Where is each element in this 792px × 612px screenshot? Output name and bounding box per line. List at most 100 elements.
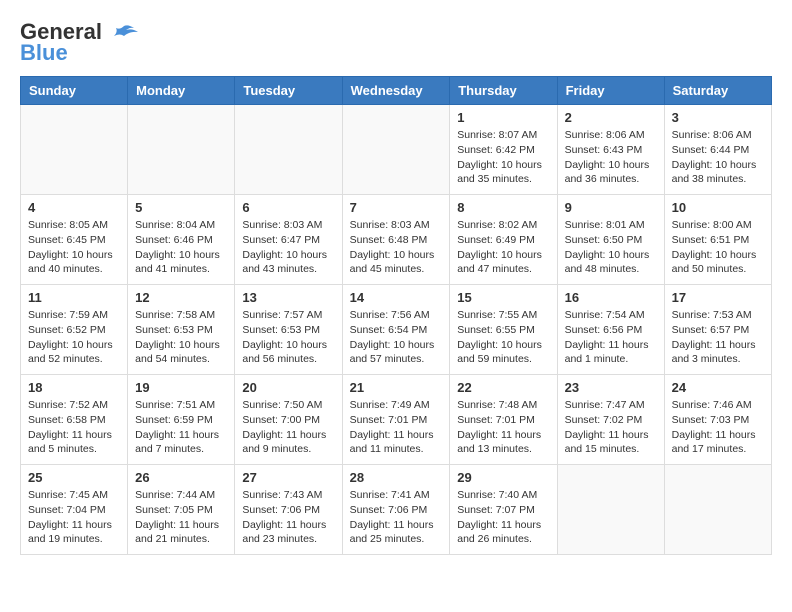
calendar-day-23: 23 Sunrise: 7:47 AM Sunset: 7:02 PM Dayli… (557, 375, 664, 465)
weekday-header-wednesday: Wednesday (342, 77, 450, 105)
calendar-day-17: 17 Sunrise: 7:53 AM Sunset: 6:57 PM Dayli… (664, 285, 771, 375)
day-number: 26 (135, 470, 227, 485)
day-info: Sunrise: 7:53 AM Sunset: 6:57 PM Dayligh… (672, 308, 764, 367)
day-info: Sunrise: 7:55 AM Sunset: 6:55 PM Dayligh… (457, 308, 549, 367)
day-number: 5 (135, 200, 227, 215)
day-number: 1 (457, 110, 549, 125)
weekday-header-thursday: Thursday (450, 77, 557, 105)
weekday-header-row: SundayMondayTuesdayWednesdayThursdayFrid… (21, 77, 772, 105)
day-number: 9 (565, 200, 657, 215)
weekday-header-sunday: Sunday (21, 77, 128, 105)
calendar-empty-cell (235, 105, 342, 195)
day-number: 19 (135, 380, 227, 395)
day-info: Sunrise: 7:59 AM Sunset: 6:52 PM Dayligh… (28, 308, 120, 367)
day-info: Sunrise: 8:01 AM Sunset: 6:50 PM Dayligh… (565, 218, 657, 277)
calendar-day-29: 29Sunrise: 7:40 AM Sunset: 7:07 PM Dayli… (450, 465, 557, 555)
calendar-empty-cell (21, 105, 128, 195)
day-number: 18 (28, 380, 120, 395)
day-number: 16 (565, 290, 657, 305)
calendar-day-27: 27Sunrise: 7:43 AM Sunset: 7:06 PM Dayli… (235, 465, 342, 555)
calendar-day-26: 26Sunrise: 7:44 AM Sunset: 7:05 PM Dayli… (128, 465, 235, 555)
calendar-day-22: 22 Sunrise: 7:48 AM Sunset: 7:01 PM Dayli… (450, 375, 557, 465)
page-header: General Blue (20, 20, 772, 66)
calendar-day-1: 1 Sunrise: 8:07 AM Sunset: 6:42 PM Daylig… (450, 105, 557, 195)
calendar-day-15: 15Sunrise: 7:55 AM Sunset: 6:55 PM Dayli… (450, 285, 557, 375)
calendar-day-20: 20 Sunrise: 7:50 AM Sunset: 7:00 PM Dayli… (235, 375, 342, 465)
day-info: Sunrise: 7:56 AM Sunset: 6:54 PM Dayligh… (350, 308, 443, 367)
day-info: Sunrise: 7:57 AM Sunset: 6:53 PM Dayligh… (242, 308, 334, 367)
calendar-day-5: 5Sunrise: 8:04 AM Sunset: 6:46 PM Daylig… (128, 195, 235, 285)
day-info: Sunrise: 8:02 AM Sunset: 6:49 PM Dayligh… (457, 218, 549, 277)
day-number: 22 (457, 380, 549, 395)
calendar-day-21: 21 Sunrise: 7:49 AM Sunset: 7:01 PM Dayli… (342, 375, 450, 465)
calendar-day-13: 13 Sunrise: 7:57 AM Sunset: 6:53 PM Dayli… (235, 285, 342, 375)
day-info: Sunrise: 7:41 AM Sunset: 7:06 PM Dayligh… (350, 488, 443, 547)
day-info: Sunrise: 7:45 AM Sunset: 7:04 PM Dayligh… (28, 488, 120, 547)
weekday-header-tuesday: Tuesday (235, 77, 342, 105)
day-number: 23 (565, 380, 657, 395)
calendar-day-8: 8 Sunrise: 8:02 AM Sunset: 6:49 PM Daylig… (450, 195, 557, 285)
day-number: 10 (672, 200, 764, 215)
day-info: Sunrise: 7:50 AM Sunset: 7:00 PM Dayligh… (242, 398, 334, 457)
logo-bird-icon (110, 24, 138, 42)
day-info: Sunrise: 7:46 AM Sunset: 7:03 PM Dayligh… (672, 398, 764, 457)
day-info: Sunrise: 7:58 AM Sunset: 6:53 PM Dayligh… (135, 308, 227, 367)
calendar-week-row: 1 Sunrise: 8:07 AM Sunset: 6:42 PM Daylig… (21, 105, 772, 195)
day-info: Sunrise: 7:54 AM Sunset: 6:56 PM Dayligh… (565, 308, 657, 367)
calendar-day-6: 6 Sunrise: 8:03 AM Sunset: 6:47 PM Daylig… (235, 195, 342, 285)
logo: General Blue (20, 20, 138, 66)
weekday-header-friday: Friday (557, 77, 664, 105)
day-info: Sunrise: 7:51 AM Sunset: 6:59 PM Dayligh… (135, 398, 227, 457)
day-number: 13 (242, 290, 334, 305)
weekday-header-monday: Monday (128, 77, 235, 105)
calendar-empty-cell (128, 105, 235, 195)
day-info: Sunrise: 7:48 AM Sunset: 7:01 PM Dayligh… (457, 398, 549, 457)
calendar-day-11: 11 Sunrise: 7:59 AM Sunset: 6:52 PM Dayli… (21, 285, 128, 375)
calendar-day-19: 19 Sunrise: 7:51 AM Sunset: 6:59 PM Dayli… (128, 375, 235, 465)
calendar-day-25: 25 Sunrise: 7:45 AM Sunset: 7:04 PM Dayli… (21, 465, 128, 555)
day-info: Sunrise: 7:52 AM Sunset: 6:58 PM Dayligh… (28, 398, 120, 457)
calendar-week-row: 25 Sunrise: 7:45 AM Sunset: 7:04 PM Dayli… (21, 465, 772, 555)
calendar-day-4: 4 Sunrise: 8:05 AM Sunset: 6:45 PM Daylig… (21, 195, 128, 285)
calendar-day-3: 3 Sunrise: 8:06 AM Sunset: 6:44 PM Daylig… (664, 105, 771, 195)
calendar-day-24: 24 Sunrise: 7:46 AM Sunset: 7:03 PM Dayli… (664, 375, 771, 465)
day-info: Sunrise: 7:47 AM Sunset: 7:02 PM Dayligh… (565, 398, 657, 457)
calendar-week-row: 18 Sunrise: 7:52 AM Sunset: 6:58 PM Dayli… (21, 375, 772, 465)
calendar-table: SundayMondayTuesdayWednesdayThursdayFrid… (20, 76, 772, 555)
day-number: 20 (242, 380, 334, 395)
day-info: Sunrise: 8:03 AM Sunset: 6:47 PM Dayligh… (242, 218, 334, 277)
calendar-day-12: 12 Sunrise: 7:58 AM Sunset: 6:53 PM Dayli… (128, 285, 235, 375)
calendar-empty-cell (342, 105, 450, 195)
weekday-header-saturday: Saturday (664, 77, 771, 105)
day-number: 3 (672, 110, 764, 125)
day-number: 7 (350, 200, 443, 215)
day-number: 8 (457, 200, 549, 215)
calendar-week-row: 11 Sunrise: 7:59 AM Sunset: 6:52 PM Dayli… (21, 285, 772, 375)
day-info: Sunrise: 8:07 AM Sunset: 6:42 PM Dayligh… (457, 128, 549, 187)
day-number: 11 (28, 290, 120, 305)
day-info: Sunrise: 8:00 AM Sunset: 6:51 PM Dayligh… (672, 218, 764, 277)
day-number: 4 (28, 200, 120, 215)
calendar-day-7: 7 Sunrise: 8:03 AM Sunset: 6:48 PM Daylig… (342, 195, 450, 285)
calendar-day-9: 9 Sunrise: 8:01 AM Sunset: 6:50 PM Daylig… (557, 195, 664, 285)
day-number: 24 (672, 380, 764, 395)
calendar-day-2: 2Sunrise: 8:06 AM Sunset: 6:43 PM Daylig… (557, 105, 664, 195)
day-number: 27 (242, 470, 334, 485)
calendar-day-10: 10 Sunrise: 8:00 AM Sunset: 6:51 PM Dayli… (664, 195, 771, 285)
calendar-day-28: 28Sunrise: 7:41 AM Sunset: 7:06 PM Dayli… (342, 465, 450, 555)
day-number: 12 (135, 290, 227, 305)
day-info: Sunrise: 7:49 AM Sunset: 7:01 PM Dayligh… (350, 398, 443, 457)
day-number: 21 (350, 380, 443, 395)
day-number: 25 (28, 470, 120, 485)
day-number: 14 (350, 290, 443, 305)
logo-blue: Blue (20, 40, 68, 66)
day-number: 6 (242, 200, 334, 215)
calendar-day-14: 14 Sunrise: 7:56 AM Sunset: 6:54 PM Dayli… (342, 285, 450, 375)
day-info: Sunrise: 8:05 AM Sunset: 6:45 PM Dayligh… (28, 218, 120, 277)
day-info: Sunrise: 8:03 AM Sunset: 6:48 PM Dayligh… (350, 218, 443, 277)
day-number: 17 (672, 290, 764, 305)
day-info: Sunrise: 7:40 AM Sunset: 7:07 PM Dayligh… (457, 488, 549, 547)
calendar-day-16: 16 Sunrise: 7:54 AM Sunset: 6:56 PM Dayli… (557, 285, 664, 375)
day-info: Sunrise: 8:06 AM Sunset: 6:44 PM Dayligh… (672, 128, 764, 187)
calendar-day-18: 18 Sunrise: 7:52 AM Sunset: 6:58 PM Dayli… (21, 375, 128, 465)
